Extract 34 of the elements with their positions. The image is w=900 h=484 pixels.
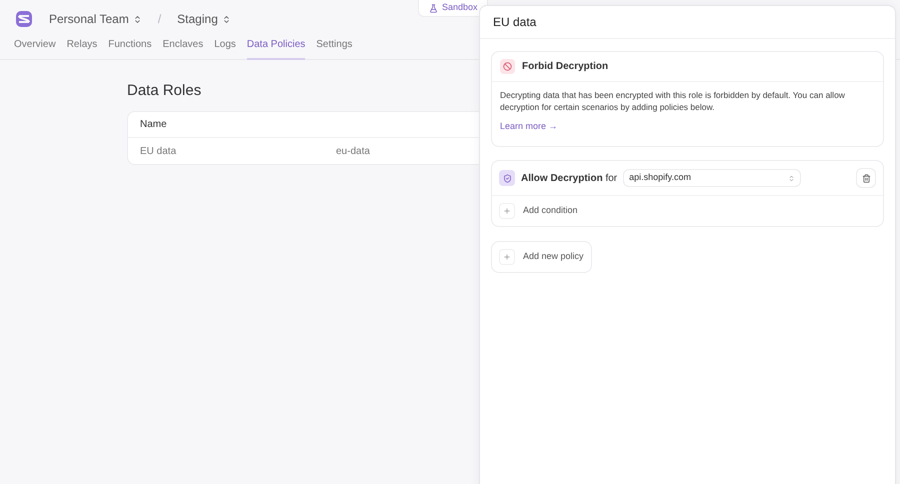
column-header: Name (140, 118, 167, 132)
target-select[interactable]: api.shopify.com (623, 169, 802, 187)
nav-tab[interactable]: Functions (108, 38, 152, 60)
page-title: Data Roles (127, 81, 202, 100)
flask-icon (429, 4, 438, 12)
table-cell-text: eu-data (336, 144, 370, 158)
shield-icon (499, 170, 515, 186)
table-cell-text: EU data (140, 144, 178, 158)
nav-tab[interactable]: Logs (214, 38, 236, 60)
sandbox-tab[interactable]: Sandbox (418, 0, 488, 17)
nav-tab[interactable]: Data Policies (246, 38, 306, 60)
nav-tab[interactable]: Settings (316, 38, 352, 60)
learn-more-link[interactable]: Learn more → (500, 120, 558, 134)
team-selector[interactable]: Personal Team (49, 10, 142, 28)
description-text: Decrypting data that has been encrypted with this role is forbidden by default. You can allow decryption for certain scenarios by adding policies below. (500, 89, 846, 113)
policy-label: Allow Decryption for (521, 172, 618, 186)
logo-icon[interactable] (15, 10, 33, 28)
card-title: Forbid Decryption (522, 60, 608, 74)
plus-icon (499, 203, 515, 219)
panel-title: EU data (493, 14, 536, 31)
chevrons-icon (132, 14, 142, 24)
ban-icon (500, 59, 515, 74)
trash-icon (862, 174, 870, 182)
nav-tab[interactable]: Enclaves (162, 38, 204, 60)
nav-tab[interactable]: Overview (14, 38, 56, 60)
chevrons-icon (222, 14, 231, 24)
chevrons-icon (788, 174, 796, 182)
add-policy-button[interactable]: Add new policy (491, 241, 592, 273)
nav-tab[interactable]: Relays (66, 38, 98, 60)
environment-selector[interactable]: Staging (177, 10, 231, 28)
plus-icon (499, 249, 515, 265)
add-condition-button[interactable]: Add condition (492, 196, 585, 226)
separator-slash: / (158, 11, 162, 28)
delete-button[interactable] (856, 168, 876, 188)
